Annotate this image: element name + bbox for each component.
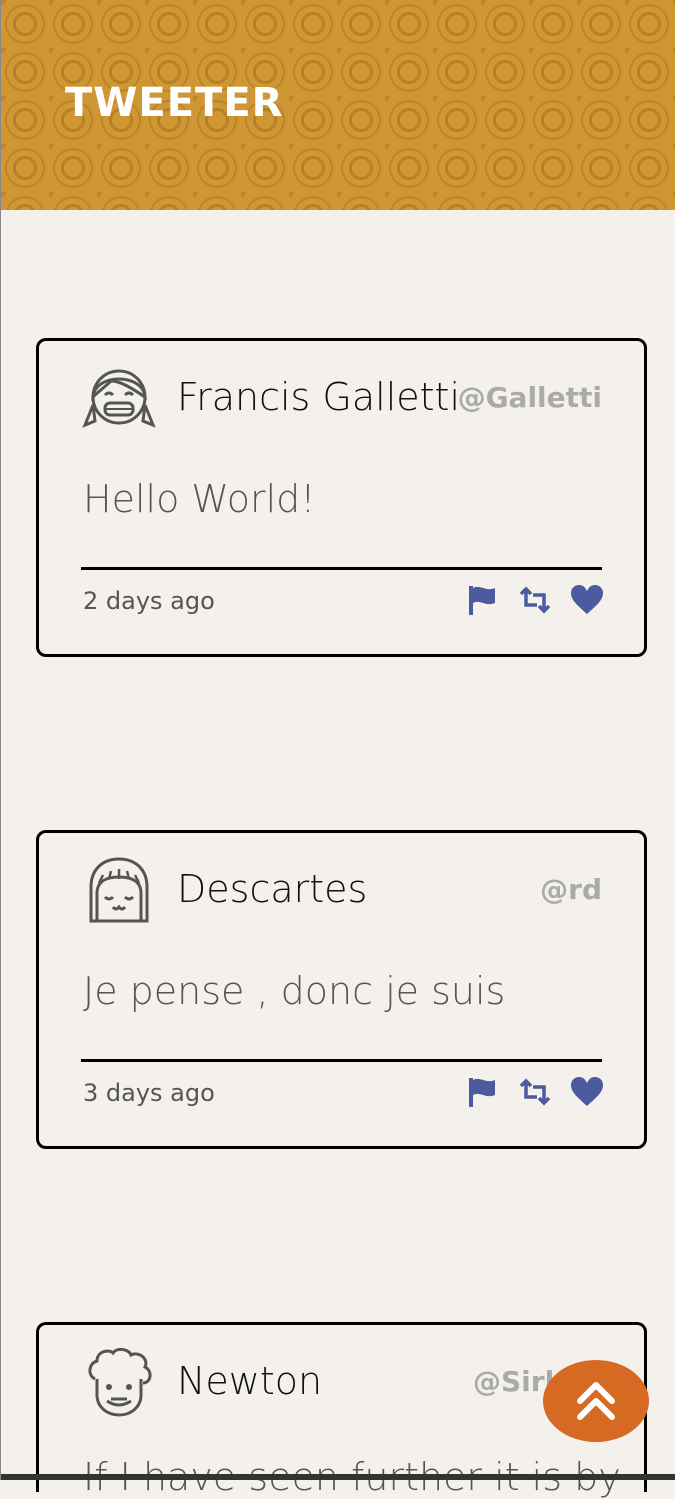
tweet-actions	[466, 1075, 604, 1109]
tweet-text: Je pense , donc je suis	[83, 969, 506, 1013]
heart-icon[interactable]	[570, 1075, 604, 1109]
brand-logo[interactable]: TWEETER	[65, 80, 283, 126]
retweet-icon[interactable]	[518, 583, 552, 617]
tweet-text: Hello World!	[83, 477, 316, 521]
avatar-icon	[82, 369, 156, 428]
tweet-card: Francis Galletti @Galletti Hello World! …	[36, 338, 647, 657]
scroll-to-top-button[interactable]	[543, 1360, 649, 1442]
tweet-author-name: Newton	[177, 1359, 323, 1403]
avatar-icon	[89, 857, 149, 923]
tweet-author-name: Francis Galletti	[177, 375, 460, 419]
divider	[81, 567, 602, 570]
bottom-edge	[1, 1474, 675, 1480]
double-chevron-up-icon	[577, 1382, 615, 1420]
tweet-timestamp: 2 days ago	[83, 587, 215, 615]
tweet-author-handle: @rd	[540, 873, 602, 906]
tweet-author-name: Descartes	[177, 867, 368, 911]
flag-icon[interactable]	[466, 583, 500, 617]
tweet-actions	[466, 583, 604, 617]
heart-icon[interactable]	[570, 583, 604, 617]
tweet-author-handle: @Sirl	[473, 1365, 555, 1398]
avatar-icon	[88, 1347, 152, 1417]
retweet-icon[interactable]	[518, 1075, 552, 1109]
tweet-author-handle: @Galletti	[457, 381, 602, 414]
flag-icon[interactable]	[466, 1075, 500, 1109]
divider	[81, 1059, 602, 1062]
tweet-card: Descartes @rd Je pense , donc je suis 3 …	[36, 830, 647, 1149]
page-header: TWEETER	[1, 0, 675, 210]
tweet-timestamp: 3 days ago	[83, 1079, 215, 1107]
